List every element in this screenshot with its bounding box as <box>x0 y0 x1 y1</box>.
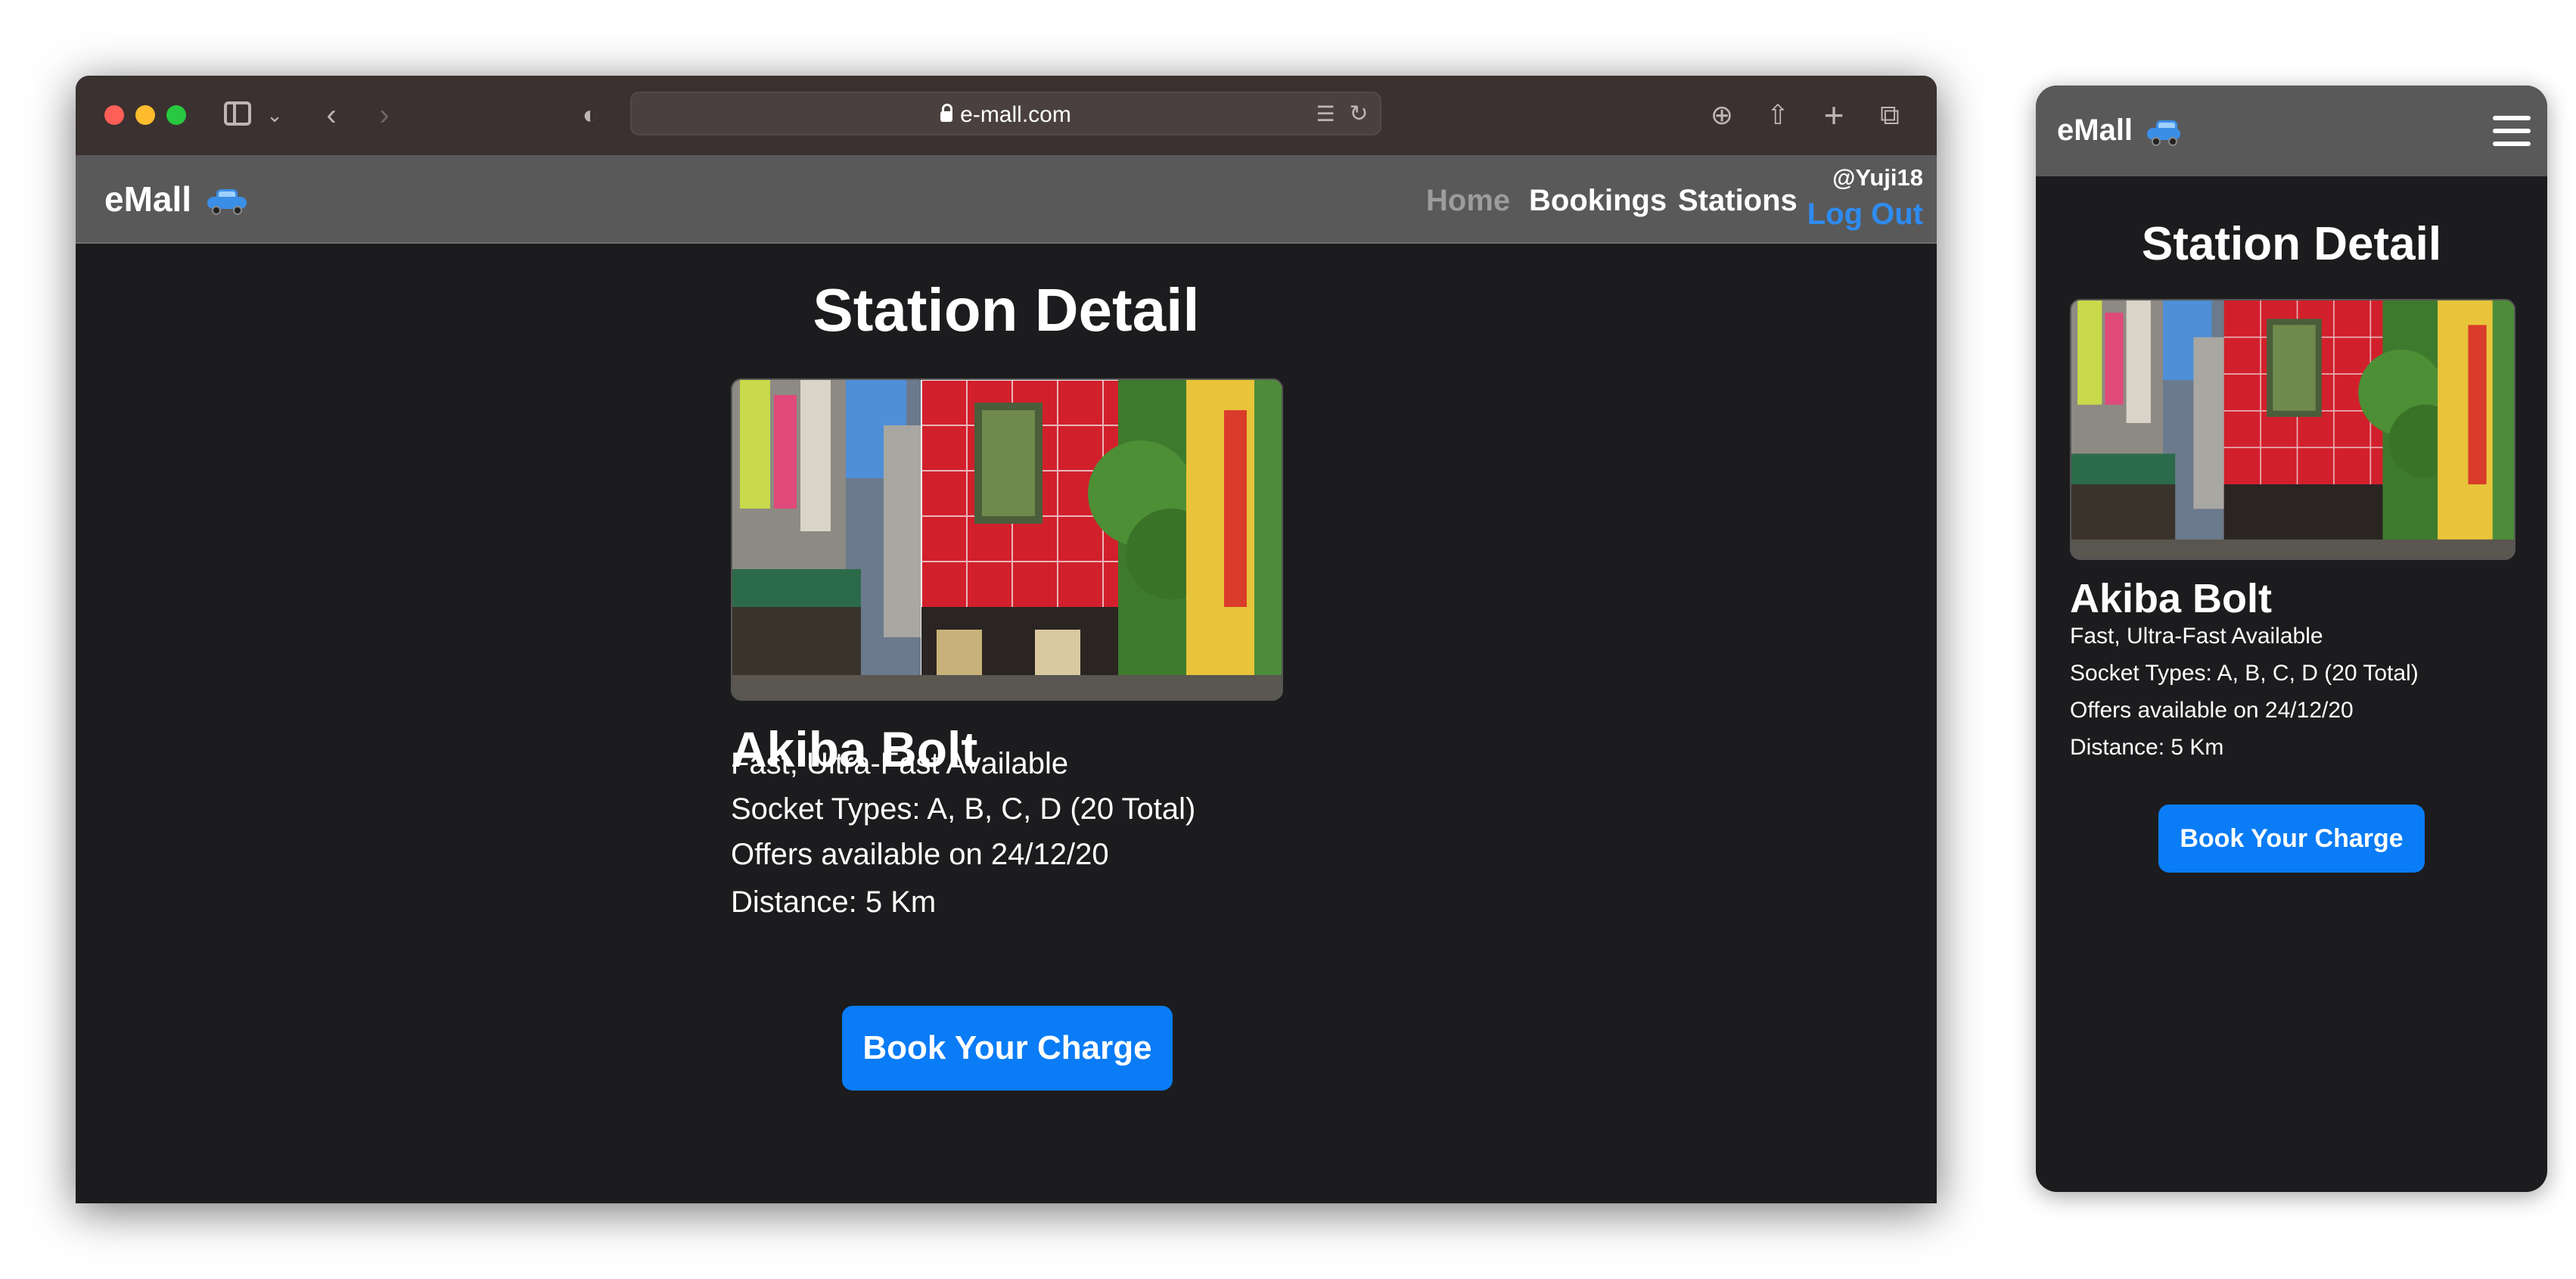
station-offers: Offers available on 24/12/20 <box>731 838 1109 871</box>
station-sockets: Socket Types: A, B, C, D (20 Total) <box>731 792 1196 826</box>
site-navbar: eMall Home Bookings Stations @Yuji18 Log… <box>76 155 1937 244</box>
nav-link-stations[interactable]: Stations <box>1678 182 1798 219</box>
book-charge-button[interactable]: Book Your Charge <box>842 1006 1173 1091</box>
station-photo-graphic <box>732 380 1282 699</box>
url-label: e-mall.com <box>960 102 1071 127</box>
mobile-station-photo-graphic <box>2071 300 2514 559</box>
brand-logo[interactable]: eMall <box>104 178 247 220</box>
mobile-brand-logo[interactable]: eMall <box>2057 111 2181 149</box>
page-title: Station Detail <box>813 276 1200 344</box>
car-icon <box>2147 120 2181 147</box>
share-icon[interactable]: ⇧ <box>1761 97 1794 133</box>
mobile-page-title: Station Detail <box>2141 218 2442 270</box>
sidebar-toggle-icon[interactable] <box>224 101 251 126</box>
station-distance: Distance: 5 Km <box>731 885 937 919</box>
mobile-station-distance: Distance: 5 Km <box>2070 735 2224 760</box>
mobile-station-offers: Offers available on 24/12/20 <box>2070 698 2354 723</box>
logout-link[interactable]: Log Out <box>1807 196 1923 232</box>
back-icon[interactable]: ‹ <box>316 97 346 133</box>
close-window-button[interactable] <box>104 105 124 125</box>
mobile-station-speed: Fast, Ultra-Fast Available <box>2070 624 2323 649</box>
mobile-station-name: Akiba Bolt <box>2070 576 2273 621</box>
desktop-browser-window: ⌄ ‹ › ◐ e-mall.com ☰ ↻ ⊕ ⇧ + ⧉ eMall Hom… <box>76 76 1937 1203</box>
mobile-navbar: eMall <box>2036 86 2547 176</box>
forward-icon[interactable]: › <box>369 97 399 133</box>
reload-icon[interactable]: ↻ <box>1344 96 1374 132</box>
lock-icon <box>940 104 953 122</box>
address-bar-text[interactable]: e-mall.com <box>632 101 1380 129</box>
mobile-station-sockets: Socket Types: A, B, C, D (20 Total) <box>2070 661 2419 686</box>
address-bar[interactable]: e-mall.com ☰ ↻ <box>630 92 1381 135</box>
mobile-station-photo <box>2070 299 2515 560</box>
station-photo <box>731 378 1283 701</box>
zoom-window-button[interactable] <box>166 105 186 125</box>
browser-toolbar: ⌄ ‹ › ◐ e-mall.com ☰ ↻ ⊕ ⇧ + ⧉ <box>76 76 1937 155</box>
chevron-down-icon[interactable]: ⌄ <box>263 97 286 133</box>
brand-label: eMall <box>104 179 192 219</box>
tab-overview-icon[interactable]: ⧉ <box>1873 97 1906 133</box>
new-tab-icon[interactable]: + <box>1817 97 1850 133</box>
username-label: @Yuji18 <box>1832 164 1923 191</box>
mobile-view: eMall Station Detail Akiba Bolt Fast, Ul… <box>2036 86 2547 1192</box>
mobile-brand-label: eMall <box>2057 114 2133 147</box>
car-icon <box>207 188 247 215</box>
shield-icon[interactable]: ◐ <box>575 97 605 133</box>
hamburger-menu-icon[interactable] <box>2493 116 2531 146</box>
mobile-book-charge-button[interactable]: Book Your Charge <box>2158 804 2425 873</box>
nav-link-home[interactable]: Home <box>1426 182 1510 219</box>
station-speed: Fast, Ultra-Fast Available <box>731 747 1069 780</box>
minimize-window-button[interactable] <box>135 105 155 125</box>
translate-icon[interactable]: ☰ <box>1310 96 1341 132</box>
nav-link-bookings[interactable]: Bookings <box>1529 182 1667 219</box>
download-icon[interactable]: ⊕ <box>1705 97 1739 133</box>
